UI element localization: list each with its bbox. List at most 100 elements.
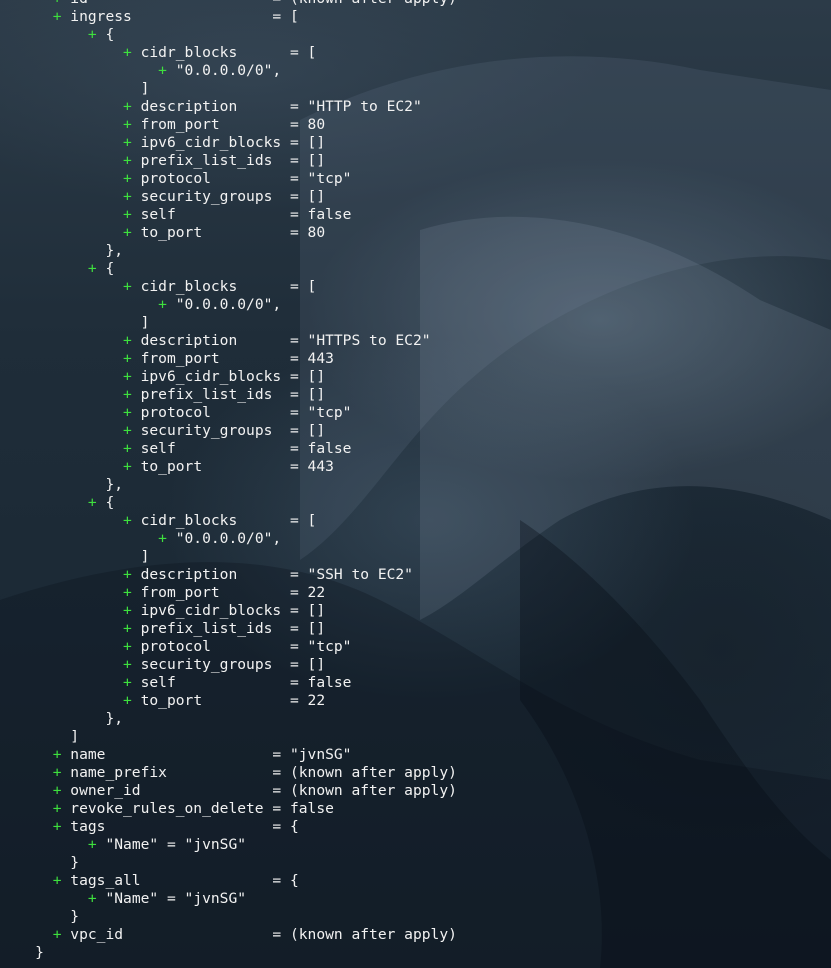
line-text: security_groups = [] (131, 656, 326, 673)
line-text: description = "HTTP to EC2" (131, 98, 422, 115)
terminal-line: ] (0, 548, 831, 566)
line-text: { (96, 494, 115, 511)
terminal-line: + tags = { (0, 818, 831, 836)
terminal-line: + "0.0.0.0/0", (0, 296, 831, 314)
add-marker: + (52, 782, 62, 799)
terminal-line: + cidr_blocks = [ (0, 44, 831, 62)
line-text: description = "SSH to EC2" (131, 566, 413, 583)
terminal-line: + security_groups = [] (0, 188, 831, 206)
terminal-line: + "Name" = "jvnSG" (0, 890, 831, 908)
add-marker: + (87, 260, 97, 277)
line-text: } (70, 908, 80, 925)
add-marker: + (52, 872, 62, 889)
terminal-line: + cidr_blocks = [ (0, 512, 831, 530)
line-text: self = false (131, 206, 352, 223)
terminal-line: + ipv6_cidr_blocks = [] (0, 134, 831, 152)
add-marker: + (123, 134, 132, 151)
add-marker: + (123, 638, 132, 655)
line-text: description = "HTTPS to EC2" (131, 332, 431, 349)
add-marker: + (158, 530, 167, 547)
terminal-line: + prefix_list_ids = [] (0, 152, 831, 170)
add-marker: + (123, 584, 132, 601)
terminal-line: ] (0, 314, 831, 332)
line-text: cidr_blocks = [ (131, 44, 317, 61)
add-marker: + (123, 224, 132, 241)
terminal-line: + to_port = 80 (0, 224, 831, 242)
line-text: ipv6_cidr_blocks = [] (131, 368, 326, 385)
add-marker: + (123, 206, 132, 223)
add-marker: + (123, 422, 132, 439)
line-text: to_port = 80 (131, 224, 326, 241)
terminal-line: + self = false (0, 440, 831, 458)
line-text: ipv6_cidr_blocks = [] (131, 134, 326, 151)
add-marker: + (123, 386, 132, 403)
add-marker: + (123, 278, 132, 295)
terminal-line: } (0, 908, 831, 926)
terminal-line: + to_port = 443 (0, 458, 831, 476)
add-marker: + (52, 926, 62, 943)
add-marker: + (123, 368, 132, 385)
add-marker: + (87, 494, 97, 511)
add-marker: + (52, 800, 62, 817)
line-text: { (96, 260, 115, 277)
terminal-line: + description = "HTTPS to EC2" (0, 332, 831, 350)
terminal-line: + ipv6_cidr_blocks = [] (0, 368, 831, 386)
line-text: cidr_blocks = [ (131, 278, 317, 295)
terminal-line: + { (0, 26, 831, 44)
add-marker: + (87, 26, 97, 43)
terminal-line: }, (0, 476, 831, 494)
line-text: id = (known after apply) (62, 0, 457, 7)
add-marker: + (52, 764, 62, 781)
terminal-line: + to_port = 22 (0, 692, 831, 710)
terminal-line: + ipv6_cidr_blocks = [] (0, 602, 831, 620)
add-marker: + (123, 440, 132, 457)
terminal-line: + security_groups = [] (0, 656, 831, 674)
line-text: ] (70, 728, 80, 745)
terminal-line: + tags_all = { (0, 872, 831, 890)
terminal-line: + { (0, 260, 831, 278)
line-text: from_port = 443 (131, 350, 334, 367)
add-marker: + (123, 512, 132, 529)
terminal-line: }, (0, 242, 831, 260)
line-text: }, (105, 710, 124, 727)
line-text: }, (105, 476, 124, 493)
terminal-line: ] (0, 80, 831, 98)
terminal-line: + cidr_blocks = [ (0, 278, 831, 296)
line-text: } (70, 854, 80, 871)
line-text: ] (140, 314, 150, 331)
terminal-line: ] (0, 728, 831, 746)
terminal-line: + self = false (0, 674, 831, 692)
line-text: name = "jvnSG" (61, 746, 352, 763)
add-marker: + (87, 836, 97, 853)
line-text: ipv6_cidr_blocks = [] (131, 602, 326, 619)
add-marker: + (123, 350, 132, 367)
line-text: protocol = "tcp" (131, 170, 352, 187)
line-text: vpc_id = (known after apply) (61, 926, 457, 943)
add-marker: + (123, 98, 132, 115)
